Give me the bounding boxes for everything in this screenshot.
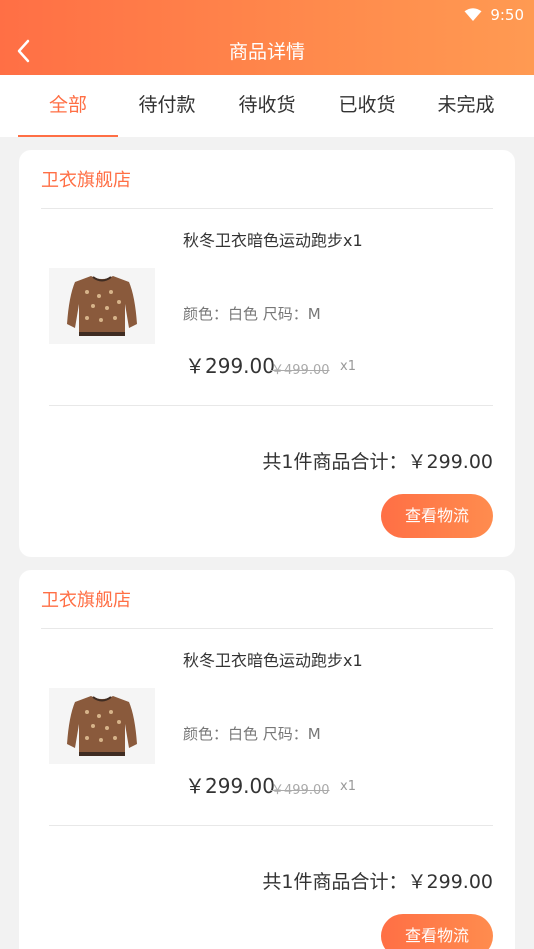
product-name[interactable]: 秋冬卫衣暗色运动跑步x1 [183,230,403,251]
status-bar: 9:50 [464,4,524,26]
order-total: 共1件商品合计：￥299.00 [262,871,493,893]
product-name[interactable]: 秋冬卫衣暗色运动跑步x1 [183,650,403,671]
status-time: 9:50 [490,6,524,24]
product-image[interactable] [49,688,155,764]
view-logistics-button[interactable]: 查看物流 [381,494,493,538]
product-price: ￥299.00 [185,774,275,798]
tab-incomplete[interactable]: 未完成 [416,75,516,137]
divider [49,825,493,826]
order-card: 卫衣旗舰店 秋冬卫衣暗色运动跑步x1 颜色：白色 尺码：M ￥299.00 ￥4… [19,150,515,557]
tab-all[interactable]: 全部 [18,75,118,137]
original-price: ￥499.00 [271,363,330,378]
active-tab-indicator [18,135,118,137]
product-quantity: x1 [340,779,356,794]
sweater-icon [67,696,137,756]
tab-received[interactable]: 已收货 [317,75,417,137]
view-logistics-button[interactable]: 查看物流 [381,914,493,949]
product-quantity: x1 [340,359,356,374]
store-name[interactable]: 卫衣旗舰店 [41,586,131,612]
order-total: 共1件商品合计：￥299.00 [262,451,493,473]
order-tabs: 全部 待付款 待收货 已收货 未完成 [0,75,534,137]
tab-pending-payment[interactable]: 待付款 [117,75,217,137]
product-image[interactable] [49,268,155,344]
store-name[interactable]: 卫衣旗舰店 [41,166,131,192]
product-attributes: 颜色：白色 尺码：M [183,305,321,323]
product-attributes: 颜色：白色 尺码：M [183,725,321,743]
app-header: 9:50 商品详情 [0,0,534,75]
tab-pending-receipt[interactable]: 待收货 [217,75,317,137]
page-title: 商品详情 [228,41,305,63]
original-price: ￥499.00 [271,783,330,798]
divider [49,405,493,406]
sweater-icon [67,276,137,336]
divider [41,208,493,209]
product-price: ￥299.00 [185,354,275,378]
divider [41,628,493,629]
wifi-icon [464,8,482,21]
order-card: 卫衣旗舰店 秋冬卫衣暗色运动跑步x1 颜色：白色 尺码：M ￥299.00 ￥4… [19,570,515,949]
